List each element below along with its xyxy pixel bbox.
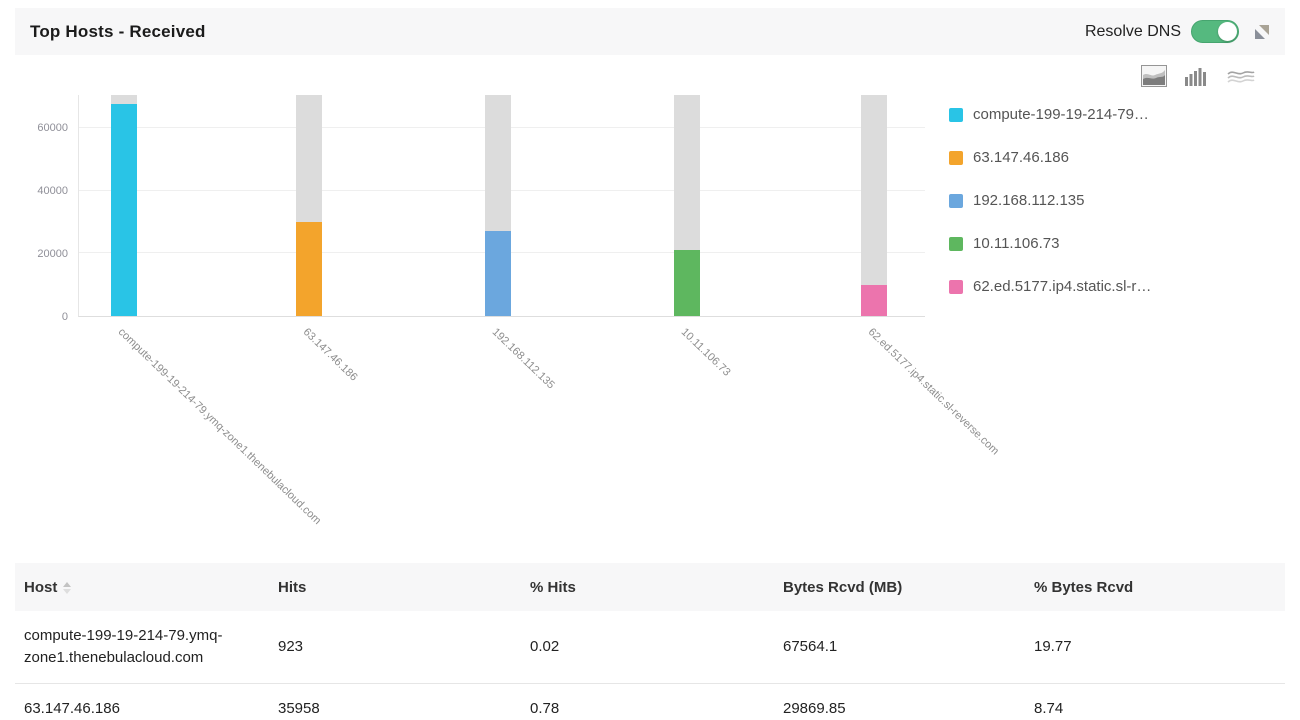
column-header-hits[interactable]: Hits (269, 563, 521, 611)
column-chart-icon (1184, 65, 1210, 87)
expand-icon[interactable] (1255, 25, 1269, 39)
column-header-label: Host (24, 579, 57, 596)
host-cell: compute-199-19-214-79.ymq-zone1.thenebul… (15, 611, 269, 683)
legend-item[interactable]: 62.ed.5177.ip4.static.sl-r… (949, 278, 1151, 295)
page-title: Top Hosts - Received (30, 22, 206, 42)
hosts-table: Host Hits % Hits Bytes Rcvd (MB) % Bytes… (15, 563, 1285, 720)
legend-label: compute-199-19-214-79… (973, 106, 1149, 123)
y-tick-label: 20000 (37, 248, 68, 260)
bytes-rcvd-cell: 67564.1 (774, 611, 1025, 683)
table-row: compute-199-19-214-79.ymq-zone1.thenebul… (15, 611, 1285, 683)
column-header-label: % Hits (530, 579, 576, 596)
hits-cell: 923 (269, 611, 521, 683)
pct-hits-cell: 0.02 (521, 611, 774, 683)
y-tick-label: 40000 (37, 185, 68, 197)
legend-item[interactable]: compute-199-19-214-79… (949, 106, 1151, 123)
toggle-knob (1218, 22, 1237, 41)
chart-area: 0 20000 40000 60000 compute-199-19-214-7 (0, 95, 1300, 317)
pct-bytes-rcvd-cell: 8.74 (1025, 683, 1285, 720)
bar-fill (674, 250, 700, 316)
x-axis-label: 192.168.112.135 (489, 326, 556, 391)
table-row: 63.147.46.186 35958 0.78 29869.85 8.74 (15, 683, 1285, 720)
legend-swatch (949, 108, 963, 122)
plot-area: compute-199-19-214-79.ymq-zone1.thenebul… (78, 95, 925, 317)
legend-item[interactable]: 10.11.106.73 (949, 235, 1151, 252)
bar-slot[interactable] (296, 95, 322, 316)
pct-bytes-rcvd-cell: 19.77 (1025, 611, 1285, 683)
hits-cell: 35958 (269, 683, 521, 720)
legend-label: 62.ed.5177.ip4.static.sl-r… (973, 278, 1151, 295)
bar-slot[interactable] (861, 95, 887, 316)
x-axis-label: 63.147.46.186 (301, 326, 360, 384)
column-header-label: Bytes Rcvd (MB) (783, 579, 902, 596)
chart-type-toolbar (0, 62, 1255, 90)
bar-slot[interactable] (111, 95, 137, 316)
legend-label: 10.11.106.73 (973, 235, 1059, 252)
bar-slot[interactable] (674, 95, 700, 316)
x-axis-label: 10.11.106.73 (679, 326, 733, 379)
legend-label: 192.168.112.135 (973, 192, 1085, 209)
legend-swatch (949, 194, 963, 208)
pct-hits-cell: 0.78 (521, 683, 774, 720)
y-tick-label: 0 (62, 311, 68, 323)
legend-label: 63.147.46.186 (973, 149, 1069, 166)
bytes-rcvd-cell: 29869.85 (774, 683, 1025, 720)
resolve-dns-label: Resolve DNS (1085, 23, 1181, 41)
column-header-pct-bytes-rcvd[interactable]: % Bytes Rcvd (1025, 563, 1285, 611)
bar-fill (861, 285, 887, 316)
area-chart-icon (1141, 65, 1167, 87)
chart-legend: compute-199-19-214-79… 63.147.46.186 192… (949, 95, 1151, 317)
bar-fill (296, 222, 322, 316)
bar-fill (111, 104, 137, 316)
column-chart-button[interactable] (1184, 65, 1210, 87)
legend-swatch (949, 280, 963, 294)
x-axis-label: compute-199-19-214-79.ymq-zone1.thenebul… (115, 326, 323, 527)
stream-chart-button[interactable] (1227, 65, 1255, 87)
panel-header: Top Hosts - Received Resolve DNS (15, 8, 1285, 55)
bar-track (861, 95, 887, 316)
column-header-host[interactable]: Host (15, 563, 269, 611)
column-header-bytes-rcvd[interactable]: Bytes Rcvd (MB) (774, 563, 1025, 611)
host-cell: 63.147.46.186 (15, 683, 269, 720)
table-header-row: Host Hits % Hits Bytes Rcvd (MB) % Bytes… (15, 563, 1285, 611)
column-header-label: % Bytes Rcvd (1034, 579, 1133, 596)
bar-slot[interactable] (485, 95, 511, 316)
column-header-pct-hits[interactable]: % Hits (521, 563, 774, 611)
legend-swatch (949, 237, 963, 251)
y-axis: 0 20000 40000 60000 (0, 95, 78, 317)
legend-item[interactable]: 63.147.46.186 (949, 149, 1151, 166)
legend-swatch (949, 151, 963, 165)
legend-item[interactable]: 192.168.112.135 (949, 192, 1151, 209)
y-tick-label: 60000 (37, 122, 68, 134)
area-chart-button[interactable] (1141, 65, 1167, 87)
bar-fill (485, 231, 511, 316)
resolve-dns-toggle[interactable] (1191, 20, 1239, 43)
column-header-label: Hits (278, 579, 306, 596)
stream-chart-icon (1227, 65, 1255, 87)
sort-icon (63, 582, 71, 594)
x-axis-label: 62.ed.5177.ip4.static.sl-reverse.com (866, 326, 1001, 457)
